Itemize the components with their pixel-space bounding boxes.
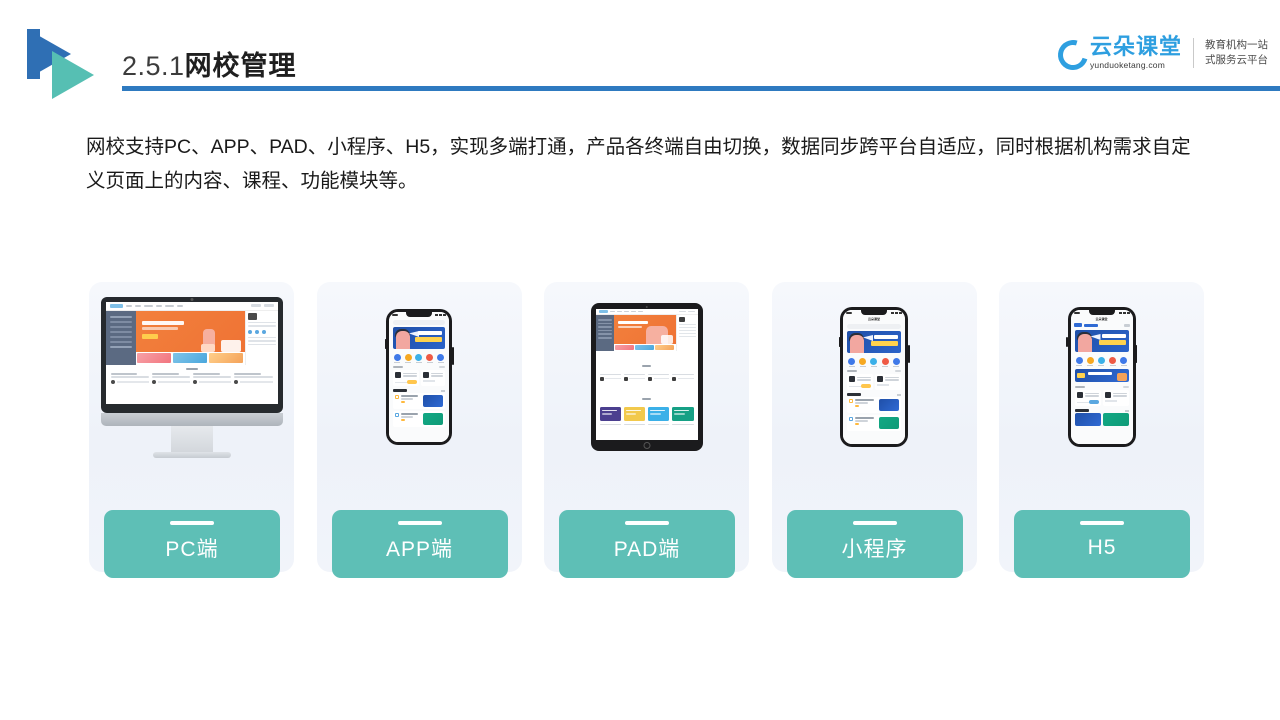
platform-card-pc[interactable]: PC端 bbox=[89, 282, 294, 578]
brand-divider bbox=[1193, 38, 1194, 68]
platform-card-h5[interactable]: 云朵课堂 H5 bbox=[999, 282, 1204, 578]
platform-label-button-pc[interactable]: PC端 bbox=[104, 510, 280, 578]
device-illustration-tablet bbox=[544, 282, 749, 472]
cloud-icon bbox=[1052, 34, 1094, 76]
brand-name-cn: 云朵课堂 bbox=[1089, 34, 1182, 59]
platform-label-button-h5[interactable]: H5 bbox=[1014, 510, 1190, 578]
brand-tagline: 教育机构一站 式服务云平台 bbox=[1205, 38, 1268, 68]
brand-name-en: yunduoketang.com bbox=[1089, 60, 1166, 70]
tablet-icon bbox=[590, 303, 703, 451]
slide-root: 2.5.1网校管理 云朵课堂 yunduoketang.com 教育机构一站 式… bbox=[0, 0, 1280, 720]
label-accent-bar bbox=[170, 521, 214, 525]
label-accent-bar bbox=[397, 521, 442, 525]
miniprogram-nav-title: 云朵课堂 bbox=[867, 317, 880, 321]
brand-tagline-line2: 式服务云平台 bbox=[1205, 54, 1268, 66]
device-illustration-phone-app bbox=[317, 282, 522, 472]
desktop-monitor-icon bbox=[100, 296, 283, 458]
platform-label-text: 小程序 bbox=[841, 538, 908, 561]
body-paragraph: 网校支持PC、APP、PAD、小程序、H5，实现多端打通，产品各终端自由切换，数… bbox=[86, 136, 1191, 192]
device-illustration-desktop bbox=[89, 282, 294, 472]
page-title-text: 网校管理 bbox=[184, 51, 297, 81]
label-accent-bar bbox=[852, 521, 897, 525]
platform-card-miniprogram[interactable]: 云朵课堂 小程序 bbox=[771, 282, 977, 578]
platform-label-text: PAD端 bbox=[613, 538, 681, 561]
platform-label-button-pad[interactable]: PAD端 bbox=[559, 510, 735, 578]
page-title: 2.5.1网校管理 bbox=[122, 44, 297, 83]
platform-label-text: H5 bbox=[1087, 536, 1117, 559]
platform-label-button-miniprogram[interactable]: 小程序 bbox=[786, 510, 963, 578]
platform-label-text: PC端 bbox=[165, 538, 219, 561]
slide-header: 2.5.1网校管理 云朵课堂 yunduoketang.com 教育机构一站 式… bbox=[0, 0, 1280, 110]
smartphone-icon: 云朵课堂 bbox=[838, 307, 910, 447]
smartphone-icon: 云朵课堂 bbox=[1066, 307, 1137, 447]
platform-card-row: PC端 APP端 PAD端 云朵课堂 小程序 云朵课堂 H5 bbox=[89, 282, 1204, 578]
device-illustration-phone-h5: 云朵课堂 bbox=[999, 282, 1204, 472]
title-underline-rule bbox=[122, 86, 1280, 91]
platform-label-button-app[interactable]: APP端 bbox=[331, 510, 508, 578]
label-accent-bar bbox=[625, 521, 669, 525]
page-title-number: 2.5.1 bbox=[122, 51, 185, 81]
smartphone-icon bbox=[384, 309, 454, 445]
brand-tagline-line1: 教育机构一站 bbox=[1205, 38, 1268, 51]
platform-card-pad[interactable]: PAD端 bbox=[544, 282, 749, 578]
brand-logo: 云朵课堂 yunduoketang.com 教育机构一站 式服务云平台 bbox=[1052, 34, 1268, 76]
platform-card-app[interactable]: APP端 bbox=[316, 282, 522, 578]
platform-label-text: APP端 bbox=[385, 538, 454, 561]
play-triangle-logo-icon bbox=[27, 29, 113, 99]
label-accent-bar bbox=[1080, 521, 1124, 525]
device-illustration-phone-miniprogram: 云朵课堂 bbox=[772, 282, 977, 472]
